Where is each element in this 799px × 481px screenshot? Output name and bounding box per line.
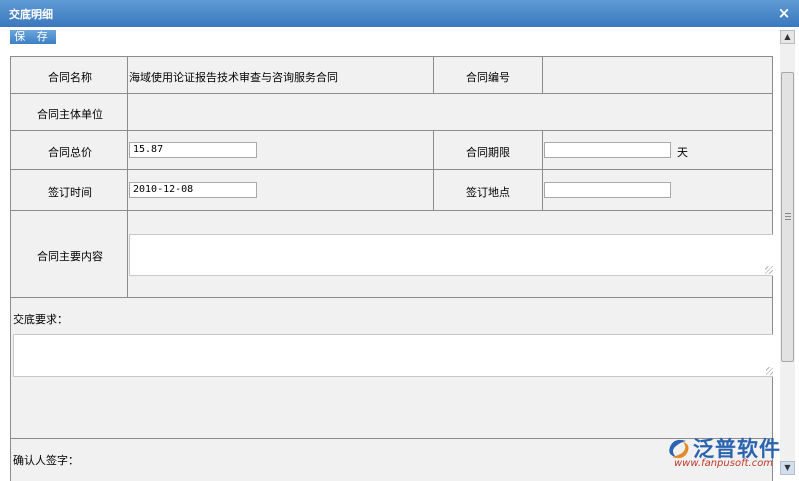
requirements-cell: 交底要求：	[10, 297, 773, 439]
total-price-input[interactable]: 15.87	[129, 142, 257, 158]
vertical-scrollbar[interactable]: ▲ ▼	[780, 30, 795, 475]
contract-no-label-cell: 合同编号	[433, 56, 543, 94]
close-icon[interactable]: ×	[776, 5, 792, 21]
contract-name-value: 海域使用论证报告技术审查与咨询服务合同	[129, 71, 338, 84]
contract-name-label: 合同名称	[48, 71, 92, 84]
sign-date-input[interactable]: 2010-12-08	[129, 182, 257, 198]
resize-grip-icon[interactable]	[766, 367, 773, 375]
scrollbar-thumb[interactable]	[781, 72, 794, 362]
confirm-sign-label: 确认人签字：	[13, 454, 79, 467]
sign-date-value-cell: 2010-12-08	[127, 169, 434, 211]
grip-icon	[785, 213, 791, 220]
dialog-title: 交底明细	[9, 8, 53, 21]
resize-grip-icon[interactable]	[765, 266, 773, 274]
total-price-label: 合同总价	[48, 146, 92, 159]
sign-place-label: 签订地点	[466, 186, 510, 199]
sign-date-label: 签订时间	[48, 186, 92, 199]
term-label-cell: 合同期限	[433, 130, 543, 170]
term-input[interactable]	[544, 142, 671, 158]
total-price-value-cell: 15.87	[127, 130, 434, 170]
contract-no-label: 合同编号	[466, 71, 510, 84]
contract-entity-label: 合同主体单位	[37, 108, 103, 121]
contract-form: 合同名称 海域使用论证报告技术审查与咨询服务合同 合同编号 合同主体单位 合同总…	[10, 56, 773, 481]
save-button[interactable]: 保 存	[10, 30, 56, 44]
contract-entity-value-cell	[127, 93, 773, 131]
main-content-value-cell	[127, 210, 773, 298]
dialog-titlebar: 交底明细 ×	[0, 0, 799, 27]
confirm-sign-cell: 确认人签字：	[10, 438, 773, 481]
scroll-up-icon[interactable]: ▲	[780, 30, 795, 44]
total-price-label-cell: 合同总价	[10, 130, 128, 170]
contract-name-label-cell: 合同名称	[10, 56, 128, 94]
requirements-label: 交底要求：	[13, 313, 68, 326]
main-content-textarea[interactable]	[129, 234, 773, 276]
requirements-textarea[interactable]	[13, 334, 773, 377]
contract-no-value-cell	[542, 56, 773, 94]
sign-date-label-cell: 签订时间	[10, 169, 128, 211]
logo-url: www.fanpusoft.com	[674, 458, 774, 469]
contract-entity-label-cell: 合同主体单位	[10, 93, 128, 131]
sign-place-value-cell	[542, 169, 773, 211]
term-unit: 天	[677, 146, 688, 159]
term-label: 合同期限	[466, 146, 510, 159]
sign-place-label-cell: 签订地点	[433, 169, 543, 211]
sign-place-input[interactable]	[544, 182, 671, 198]
main-content-label: 合同主要内容	[37, 250, 103, 263]
term-value-cell: 天	[542, 130, 773, 170]
main-content-label-cell: 合同主要内容	[10, 210, 128, 298]
contract-name-value-cell: 海域使用论证报告技术审查与咨询服务合同	[127, 56, 434, 94]
brand-logo: 泛普软件 www.fanpusoft.com	[666, 437, 792, 473]
